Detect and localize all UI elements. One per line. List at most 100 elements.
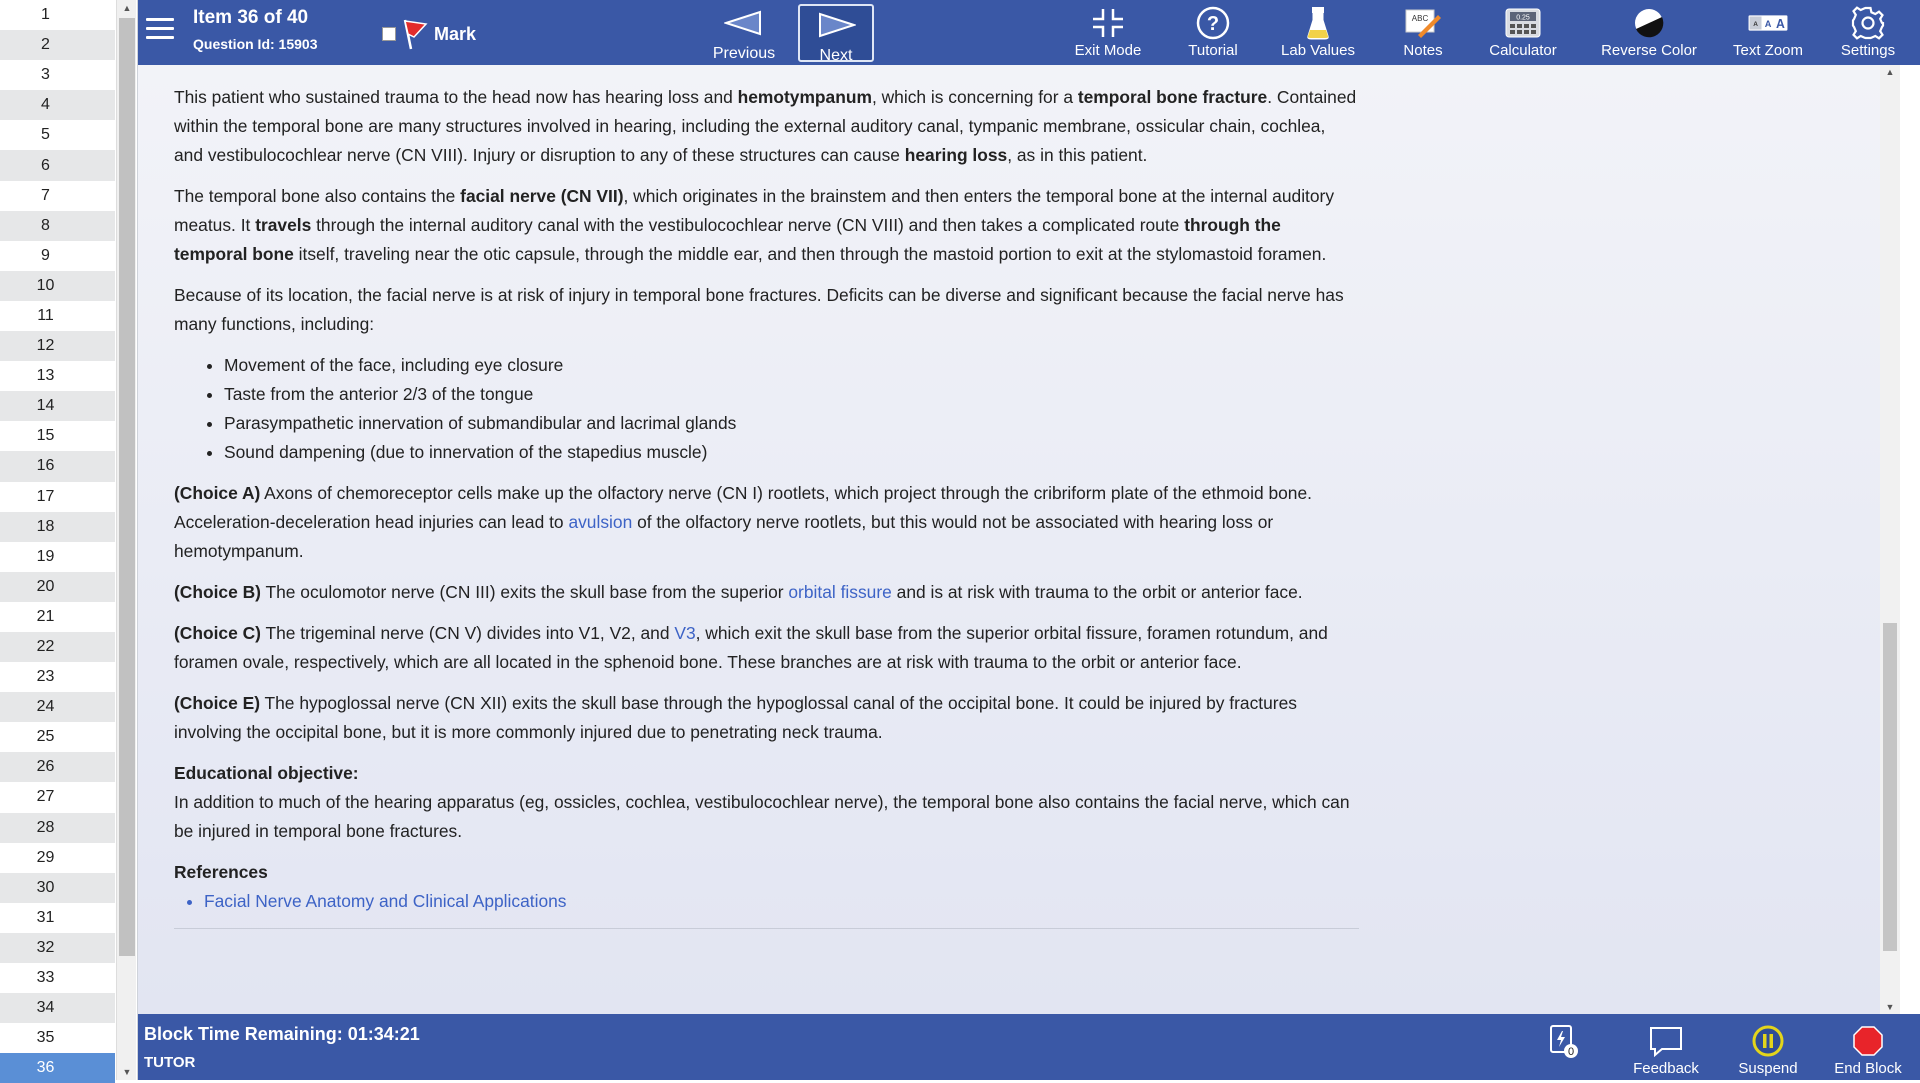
question-list-item[interactable]: 19 (0, 542, 115, 572)
scroll-up-arrow-icon[interactable]: ▲ (117, 0, 137, 16)
calculator-button[interactable]: 0.25 Calculator (1478, 6, 1568, 59)
references-heading: References (174, 862, 268, 882)
question-list-item[interactable]: 25 (0, 722, 115, 752)
arrow-left-icon (722, 10, 761, 36)
flag-icon (403, 19, 428, 50)
item-info: Item 36 of 40 Question Id: 15903 (193, 7, 317, 52)
question-list-item[interactable]: 33 (0, 963, 115, 993)
question-list-item[interactable]: 17 (0, 482, 115, 512)
gear-icon (1848, 6, 1888, 40)
question-list-item[interactable]: 9 (0, 241, 115, 271)
tutorial-button[interactable]: ? Tutorial (1178, 6, 1248, 59)
settings-button[interactable]: Settings (1828, 6, 1908, 59)
question-list-item[interactable]: 22 (0, 631, 115, 663)
question-list-item[interactable]: 35 (0, 1023, 115, 1053)
explanation-paragraph: The temporal bone also contains the faci… (174, 182, 1359, 269)
question-list-item[interactable]: 5 (0, 120, 115, 150)
question-list-item[interactable]: 13 (0, 361, 115, 391)
question-list-item[interactable]: 6 (0, 150, 115, 181)
question-list-item[interactable]: 12 (0, 331, 115, 362)
question-list-item[interactable]: 7 (0, 181, 115, 211)
svg-text:A: A (1776, 17, 1785, 31)
question-list-item[interactable]: 32 (0, 932, 115, 963)
explanation-panel: This patient who sustained trauma to the… (138, 65, 1900, 1014)
question-list-item[interactable]: 29 (0, 843, 115, 873)
reverse-color-button[interactable]: Reverse Color (1584, 6, 1714, 59)
explanation-body: This patient who sustained trauma to the… (174, 83, 1359, 929)
choice-e-explanation: (Choice E) The hypoglossal nerve (CN XII… (174, 689, 1359, 747)
question-list-item[interactable]: 31 (0, 903, 115, 933)
question-list-item[interactable]: 16 (0, 451, 115, 482)
question-list-item[interactable]: 15 (0, 421, 115, 451)
scroll-up-arrow-icon[interactable]: ▲ (1880, 67, 1900, 77)
question-list-item[interactable]: 10 (0, 270, 115, 301)
question-list-item[interactable]: 20 (0, 571, 115, 602)
text-zoom-icon: A A A (1748, 6, 1788, 40)
question-list-item[interactable]: 21 (0, 602, 115, 632)
references-list: Facial Nerve Anatomy and Clinical Applic… (204, 887, 1359, 916)
question-list-item[interactable]: 36 (0, 1053, 115, 1083)
exit-mode-label: Exit Mode (1074, 42, 1142, 59)
inline-link[interactable]: V3 (674, 623, 695, 643)
objective-text: In addition to much of the hearing appar… (174, 792, 1350, 841)
calculator-icon: 0.25 (1503, 6, 1543, 40)
question-list-item[interactable]: 28 (0, 812, 115, 843)
exit-mode-button[interactable]: Exit Mode (1068, 6, 1148, 59)
svg-text:0: 0 (1568, 1046, 1574, 1058)
bold-text: hearing loss (904, 145, 1008, 165)
text-span: and is at risk with trauma to the orbit … (891, 582, 1303, 602)
text-span: , which is concerning for a (871, 87, 1078, 107)
next-button[interactable]: Next (798, 4, 874, 64)
question-list-item[interactable]: 24 (0, 692, 115, 723)
scrollbar-thumb[interactable] (119, 18, 135, 956)
inline-link[interactable]: avulsion (568, 512, 632, 532)
bold-text: (Choice A) (174, 483, 261, 503)
question-list-item[interactable]: 26 (0, 752, 115, 783)
reference-link[interactable]: Facial Nerve Anatomy and Clinical Applic… (204, 887, 1359, 916)
mark-checkbox[interactable] (382, 27, 396, 41)
choice-a-explanation: (Choice A) Axons of chemoreceptor cells … (174, 479, 1359, 566)
question-list-item[interactable]: 23 (0, 662, 115, 692)
inline-link[interactable]: orbital fissure (788, 582, 891, 602)
question-list-item[interactable]: 1 (0, 0, 115, 30)
divider (174, 928, 1359, 929)
question-list-item[interactable]: 30 (0, 872, 115, 903)
speech-bubble-icon (1616, 1024, 1716, 1058)
question-list-scrollbar[interactable]: ▲ ▼ (116, 0, 136, 1080)
facial-nerve-functions-list: Movement of the face, including eye clos… (224, 351, 1359, 467)
flashcard-button[interactable]: 0 (1538, 1024, 1588, 1060)
question-list-item[interactable]: 4 (0, 90, 115, 121)
suspend-button[interactable]: Suspend (1718, 1024, 1818, 1077)
previous-button[interactable]: Previous (706, 4, 782, 62)
end-block-button[interactable]: End Block (1818, 1024, 1918, 1077)
text-span: itself, traveling near the otic capsule,… (293, 244, 1327, 264)
question-list-item[interactable]: 3 (0, 60, 115, 90)
bold-text: travels (255, 215, 312, 235)
lab-values-button[interactable]: Lab Values (1268, 6, 1368, 59)
mark-toggle[interactable]: Mark (382, 18, 476, 50)
scroll-down-arrow-icon[interactable]: ▼ (1880, 1002, 1900, 1012)
bold-text: hemotympanum (737, 87, 872, 107)
feedback-button[interactable]: Feedback (1616, 1024, 1716, 1077)
flashcard-icon: 0 (1538, 1024, 1588, 1058)
question-list-item[interactable]: 27 (0, 782, 115, 812)
question-list-item[interactable]: 2 (0, 30, 115, 61)
reverse-color-icon (1629, 6, 1669, 40)
scroll-down-arrow-icon[interactable]: ▼ (117, 1064, 137, 1080)
question-list-item[interactable]: 14 (0, 391, 115, 422)
lab-values-label: Lab Values (1281, 42, 1355, 59)
text-zoom-button[interactable]: A A A Text Zoom (1718, 6, 1818, 59)
text-span: The trigeminal nerve (CN V) divides into… (260, 623, 675, 643)
notes-button[interactable]: ABC Notes (1388, 6, 1458, 59)
question-id: Question Id: 15903 (193, 36, 318, 52)
svg-text:A: A (1753, 21, 1758, 28)
bold-text: (Choice B) (174, 582, 261, 602)
question-list-item[interactable]: 8 (0, 210, 115, 241)
content-scrollbar[interactable]: ▲ ▼ (1880, 65, 1900, 1014)
menu-icon[interactable] (146, 18, 174, 42)
block-mode: TUTOR (144, 1054, 196, 1071)
question-list-item[interactable]: 18 (0, 511, 115, 542)
question-list-item[interactable]: 34 (0, 993, 115, 1024)
question-list-item[interactable]: 11 (0, 301, 115, 331)
scrollbar-thumb[interactable] (1883, 623, 1897, 951)
